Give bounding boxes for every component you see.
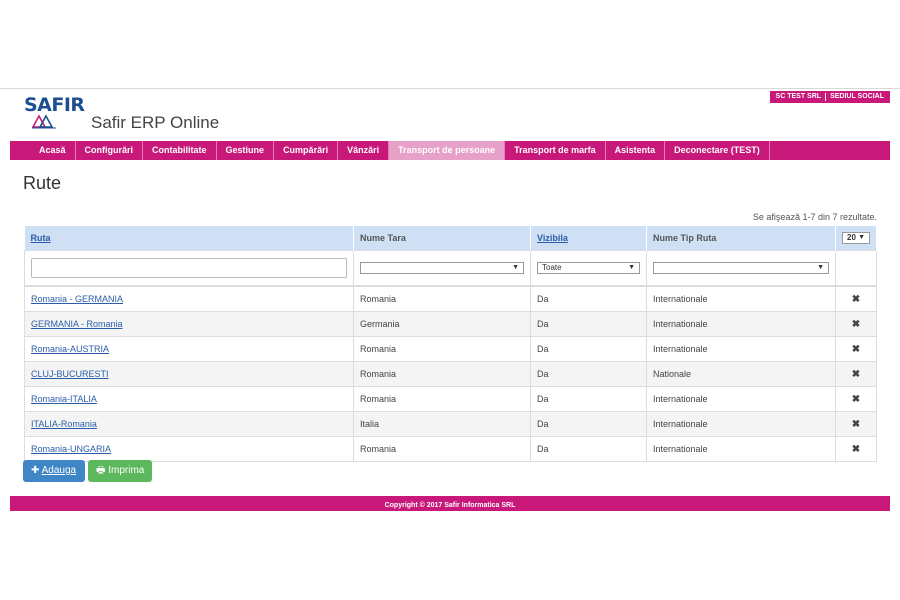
delete-cell: ✖ xyxy=(835,336,877,362)
delete-cell: ✖ xyxy=(835,411,877,437)
tip-cell: Internationale xyxy=(646,386,836,412)
tip-filter-select[interactable]: ▼ xyxy=(653,262,829,274)
tara-cell: Romania xyxy=(353,361,531,387)
page-title: Rute xyxy=(23,173,62,193)
vizibila-cell: Da xyxy=(530,436,647,462)
column-header-tara: Nume Tara xyxy=(353,226,531,251)
tara-cell: Romania xyxy=(353,436,531,462)
close-icon[interactable]: ✖ xyxy=(852,294,860,305)
main-nav: Acasă Configurări Contabilitate Gestiune Cum… xyxy=(10,141,890,160)
table-row: ITALIA-Romania Italia Da Internationale ✖ xyxy=(24,411,877,437)
table-row: CLUJ-BUCURESTI Romania Da Nationale ✖ xyxy=(24,361,877,387)
ruta-link[interactable]: Romania-UNGARIA xyxy=(31,444,111,454)
routes-table: Ruta Nume Tara Vizibila Nume Tip Ruta 20… xyxy=(24,226,877,462)
vizibila-cell: Da xyxy=(530,311,647,337)
delete-cell: ✖ xyxy=(835,436,877,462)
tara-cell: Romania xyxy=(353,336,531,362)
delete-cell: ✖ xyxy=(835,311,877,337)
table-row: GERMANIA - Romania Germania Da Internationa… xyxy=(24,311,877,337)
tara-filter-select[interactable]: ▼ xyxy=(360,262,524,274)
logo: SAFIR xyxy=(24,96,85,130)
nav-item-0[interactable]: Acasă xyxy=(30,141,76,160)
add-button-label: Adauga xyxy=(41,465,77,476)
tip-cell: Internationale xyxy=(646,285,836,312)
ruta-link[interactable]: ITALIA-Romania xyxy=(31,419,97,429)
nav-item-8[interactable]: Asistenta xyxy=(606,141,666,160)
printer-icon: 🖶 xyxy=(96,465,106,476)
delete-cell: ✖ xyxy=(835,285,877,312)
vizibila-cell: Da xyxy=(530,361,647,387)
top-divider xyxy=(0,88,900,89)
column-header-tip: Nume Tip Ruta xyxy=(646,226,836,251)
tip-cell: Internationale xyxy=(646,336,836,362)
nav-item-9[interactable]: Deconectare (TEST) xyxy=(665,141,770,160)
nav-item-6[interactable]: Transport de persoane xyxy=(389,141,506,160)
column-header-vizibila[interactable]: Vizibila xyxy=(530,226,647,251)
ruta-link[interactable]: CLUJ-BUCURESTI xyxy=(31,369,109,379)
app-title: Safir ERP Online xyxy=(91,113,220,132)
column-header-ruta[interactable]: Ruta xyxy=(24,226,354,251)
vizibila-cell: Da xyxy=(530,411,647,437)
table-row: Romania-AUSTRIA Romania Da Internationale ✖ xyxy=(24,336,877,362)
company-name[interactable]: SC TEST SRL xyxy=(776,93,822,100)
delete-cell: ✖ xyxy=(835,386,877,412)
print-button[interactable]: 🖶 Imprima xyxy=(88,460,152,482)
chevron-down-icon: ▼ xyxy=(628,264,635,271)
vizibila-filter-select[interactable]: Toate ▼ xyxy=(537,262,640,274)
table-row: Romania-UNGARIA Romania Da Internationale ✖ xyxy=(24,436,877,462)
footer: Copyright © 2017 Safir Informatica SRL xyxy=(10,496,890,511)
ruta-link[interactable]: GERMANIA - Romania xyxy=(31,319,123,329)
tip-cell: Internationale xyxy=(646,311,836,337)
logo-mark-icon xyxy=(31,114,56,129)
page-size-value: 20 xyxy=(847,233,856,242)
results-summary: Se afişează 1-7 din 7 rezultate. xyxy=(752,212,877,222)
tara-cell: Romania xyxy=(353,386,531,412)
chevron-down-icon: ▼ xyxy=(858,234,865,241)
ruta-filter-input[interactable] xyxy=(31,258,347,278)
page-size-cell: 20 ▼ xyxy=(835,226,877,251)
chevron-down-icon: ▼ xyxy=(512,264,519,271)
ruta-link[interactable]: Romania-AUSTRIA xyxy=(31,344,109,354)
vizibila-cell: Da xyxy=(530,285,647,312)
vizibila-cell: Da xyxy=(530,336,647,362)
table-row: Romania - GERMANIA Romania Da International… xyxy=(24,285,877,312)
page-size-select[interactable]: 20 ▼ xyxy=(842,232,870,244)
vizibila-cell: Da xyxy=(530,386,647,412)
nav-item-2[interactable]: Contabilitate xyxy=(143,141,217,160)
add-button[interactable]: ✚ Adauga xyxy=(23,460,85,482)
ruta-link[interactable]: Romania-ITALIA xyxy=(31,394,97,404)
ruta-link[interactable]: Romania - GERMANIA xyxy=(31,294,123,304)
vizibila-filter-value: Toate xyxy=(542,263,562,272)
tara-cell: Romania xyxy=(353,285,531,312)
close-icon[interactable]: ✖ xyxy=(852,369,860,380)
tip-cell: Nationale xyxy=(646,361,836,387)
close-icon[interactable]: ✖ xyxy=(852,319,860,330)
plus-icon: ✚ xyxy=(31,465,40,476)
tip-cell: Internationale xyxy=(646,436,836,462)
chevron-down-icon: ▼ xyxy=(817,264,824,271)
table-row: Romania-ITALIA Romania Da Internationale ✖ xyxy=(24,386,877,412)
company-bar: SC TEST SRL SEDIUL SOCIAL xyxy=(769,91,890,103)
tara-cell: Germania xyxy=(353,311,531,337)
delete-cell: ✖ xyxy=(835,361,877,387)
print-button-label: Imprima xyxy=(108,465,145,476)
close-icon[interactable]: ✖ xyxy=(852,444,860,455)
close-icon[interactable]: ✖ xyxy=(852,419,860,430)
nav-item-5[interactable]: Vânzări xyxy=(338,141,390,160)
nav-item-4[interactable]: Cumpărări xyxy=(274,141,339,160)
tara-cell: Italia xyxy=(353,411,531,437)
close-icon[interactable]: ✖ xyxy=(852,394,860,405)
nav-item-3[interactable]: Gestiune xyxy=(217,141,275,160)
nav-item-1[interactable]: Configurări xyxy=(76,141,144,160)
tip-cell: Internationale xyxy=(646,411,836,437)
company-office[interactable]: SEDIUL SOCIAL xyxy=(830,93,884,100)
filter-row: ▼ Toate ▼ ▼ xyxy=(24,250,877,287)
nav-item-7[interactable]: Transport de marfa xyxy=(505,141,606,160)
close-icon[interactable]: ✖ xyxy=(852,344,860,355)
